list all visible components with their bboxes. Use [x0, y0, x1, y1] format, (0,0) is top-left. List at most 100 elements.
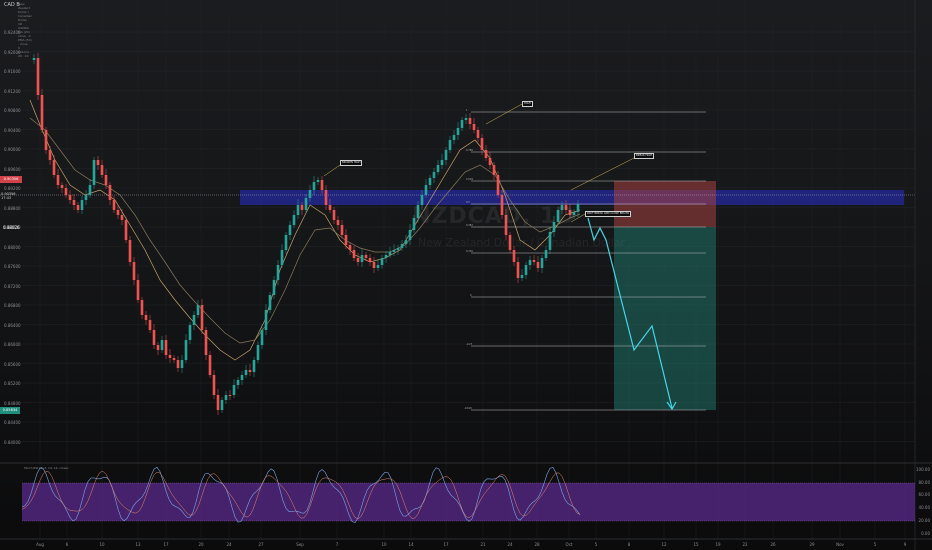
oscillator-tick: 20.00: [918, 517, 930, 523]
indicator-legend-ema[interactable]: EMA (50) · close · 0: [18, 38, 32, 50]
candle-body: [576, 204, 580, 212]
price-tick: 0.85600: [4, 361, 21, 367]
candle-body: [444, 150, 448, 160]
candle-body: [396, 248, 400, 250]
candle-body: [240, 375, 244, 380]
candle-body: [348, 245, 352, 250]
time-tick: 8: [627, 542, 631, 547]
candle-body: [184, 340, 188, 360]
candle-body: [436, 165, 440, 172]
candle-body: [48, 150, 52, 160]
price-tick: 0.90800: [4, 108, 21, 113]
candle-body: [544, 250, 548, 258]
candle-body: [448, 140, 452, 150]
candle-body: [96, 160, 100, 165]
candle-body: [292, 215, 296, 225]
ma-20-line: [29, 99, 581, 361]
candle-body: [440, 160, 444, 165]
oscillator-tick: 0.00: [921, 530, 930, 536]
fib-label: 0.618: [466, 178, 473, 181]
price-tick: 0.89200: [4, 186, 21, 191]
candle-body: [460, 120, 464, 128]
oscillator-title[interactable]: Stoch RSI (3, 3, 14, 14, close): [24, 466, 68, 470]
candle-body: [224, 395, 228, 400]
candle-body: [472, 124, 476, 130]
fib-label: 1: [466, 109, 468, 112]
time-tick: 17: [163, 542, 169, 547]
time-tick: 24: [226, 542, 232, 547]
candle-body: [308, 190, 312, 198]
candle-body: [188, 325, 192, 340]
time-tick: 5: [594, 542, 598, 547]
price-tick: 0.88000: [4, 244, 21, 250]
candle-body: [296, 205, 300, 215]
time-tick: 24: [507, 542, 513, 547]
candle-body: [288, 225, 292, 235]
supply-zone[interactable]: [240, 190, 904, 205]
candle-timer: 17:43: [1, 196, 12, 200]
candle-body: [360, 255, 364, 262]
candle-body: [256, 345, 260, 360]
time-tick: 7: [335, 542, 339, 547]
candle-body: [40, 95, 44, 130]
candle-body: [220, 400, 224, 410]
candle-body: [132, 262, 136, 280]
price-tick: 0.86800: [4, 303, 21, 308]
time-tick: 15: [693, 542, 699, 547]
candle-body: [476, 130, 480, 138]
time-tick: 19: [715, 542, 721, 547]
time-tick: 10: [381, 542, 387, 547]
candle-body: [108, 185, 112, 200]
candle-body: [160, 340, 164, 350]
candle-body: [72, 200, 76, 205]
candle-body: [196, 305, 200, 315]
candle-body: [452, 135, 456, 140]
take-profit-zone[interactable]: [614, 227, 716, 410]
candle-body: [524, 265, 528, 275]
candle-body: [336, 220, 340, 225]
candle-body: [120, 215, 124, 220]
oscillator-tick: 80.00: [918, 479, 930, 485]
candle-body: [148, 320, 152, 330]
candle-body: [400, 244, 404, 248]
candle-body: [488, 158, 492, 165]
candle-body: [236, 380, 240, 385]
candlesticks: [32, 53, 580, 415]
price-chart[interactable]: [0, 0, 932, 550]
time-tick: 10: [99, 542, 105, 547]
candle-body: [60, 185, 64, 188]
candle-body: [32, 58, 36, 60]
symbol-watermark: NZDCAD, 1D: [412, 204, 576, 229]
candle-body: [376, 265, 380, 268]
candle-body: [344, 235, 348, 245]
candle-body: [388, 252, 392, 255]
candle-body: [404, 240, 408, 244]
candle-body: [64, 188, 68, 195]
time-tick: 22: [742, 542, 748, 547]
chart-workspace[interactable]: NZDCAD, 1D New Zealand Dollar / Canadian…: [0, 0, 932, 550]
candle-body: [168, 355, 172, 358]
fib-label: 0.382: [466, 224, 473, 227]
candle-body: [232, 385, 236, 395]
time-tick: 5: [873, 542, 877, 547]
time-tick: 9: [903, 542, 907, 547]
candle-body: [468, 118, 472, 124]
candle-body: [228, 395, 232, 396]
candle-body: [176, 360, 180, 368]
candle-body: [52, 160, 56, 175]
time-tick: Sep: [296, 542, 304, 547]
callout-entry-note[interactable]: WAIT BREAK AND CLOSE BELOW: [585, 211, 632, 217]
price-tick: 0.84000: [4, 439, 21, 445]
callout-high[interactable]: HIGH: [522, 101, 533, 107]
fib-label: 0: [470, 294, 472, 297]
candle-body: [76, 205, 80, 210]
candle-body: [272, 280, 276, 295]
callout-break-high[interactable]: BREAK HIGH: [634, 153, 655, 159]
fib-label: -0.27: [466, 343, 473, 346]
stoch-rsi-band: [22, 483, 915, 521]
price-tick: 0.84800: [4, 400, 21, 406]
candle-body: [304, 198, 308, 210]
callout-broken-high[interactable]: BROKEN HIGH: [340, 160, 363, 166]
fib-label: 0.236: [466, 250, 473, 253]
mid-price-label: 0.88026: [3, 225, 20, 230]
